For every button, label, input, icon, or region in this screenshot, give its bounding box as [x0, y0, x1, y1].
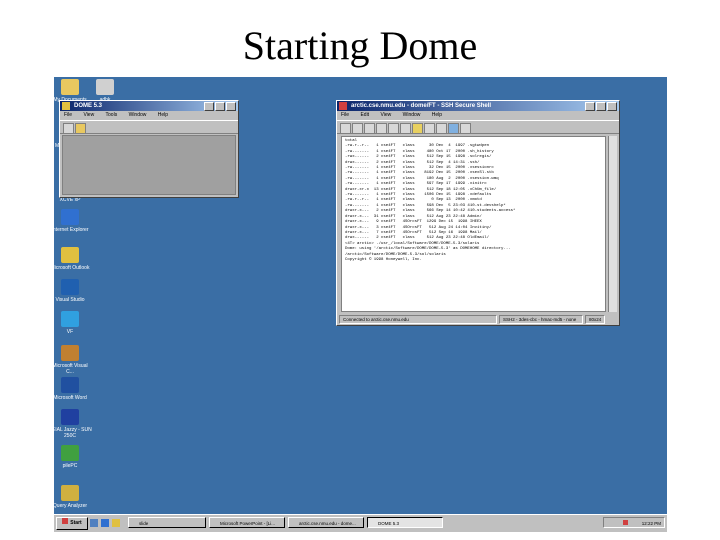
new-file-icon[interactable]: [63, 123, 74, 134]
query-icon: [61, 485, 79, 501]
ssh-window-title: arctic.cse.nmu.edu - dome/FT - SSH Secur…: [351, 103, 492, 109]
desktop-icon[interactable]: Internet Explorer: [54, 209, 92, 233]
app-icon: [62, 102, 70, 110]
word-icon: [61, 377, 79, 393]
save-icon[interactable]: [340, 123, 351, 134]
close-button[interactable]: [607, 102, 617, 111]
profile-icon[interactable]: [424, 123, 435, 134]
cut-icon[interactable]: [376, 123, 387, 134]
maximize-button[interactable]: [215, 102, 225, 111]
mail-quicklaunch-icon[interactable]: [112, 519, 120, 527]
settings-icon[interactable]: [436, 123, 447, 134]
clock: 12:22 PM: [641, 521, 661, 526]
menu-window[interactable]: Window: [129, 112, 147, 118]
terminal-scrollbar[interactable]: [608, 136, 617, 312]
dome-window-title: DOME 5.3: [74, 103, 103, 109]
help-icon[interactable]: [460, 123, 471, 134]
minimize-button[interactable]: [204, 102, 214, 111]
menu-tools[interactable]: Tools: [106, 112, 118, 118]
menu-help[interactable]: Help: [432, 112, 442, 118]
menu-view[interactable]: View: [380, 112, 391, 118]
menu-edit[interactable]: Edit: [360, 112, 369, 118]
minimize-button[interactable]: [585, 102, 595, 111]
desktop-icon-label: pilePC: [62, 463, 78, 469]
taskbar-button-label: Microsoft PowerPoint - [Li...: [220, 521, 276, 526]
browser-icon: [61, 209, 79, 225]
dome-titlebar[interactable]: DOME 5.3: [60, 101, 238, 111]
desktop-icon-label: Visual Studio: [55, 297, 85, 303]
desktop-icon[interactable]: VF: [54, 311, 92, 335]
ssh-window[interactable]: arctic.cse.nmu.edu - dome/FT - SSH Secur…: [336, 100, 620, 326]
desktop-icon[interactable]: pilePC: [54, 445, 92, 469]
dome-window[interactable]: DOME 5.3 File View Tools Window Help: [59, 100, 239, 198]
desktop-icon-label: Microsoft Outlook: [54, 265, 90, 271]
transfer-icon[interactable]: [448, 123, 459, 134]
maximize-button[interactable]: [596, 102, 606, 111]
desktop-icon-label: Internet Explorer: [54, 227, 89, 233]
pc-icon: [61, 445, 79, 461]
copy-icon[interactable]: [388, 123, 399, 134]
desktop-icon-label: Query Analyzer: [54, 503, 88, 509]
open-folder-icon[interactable]: [75, 123, 86, 134]
menu-window[interactable]: Window: [403, 112, 421, 118]
dome-toolbar: [60, 120, 238, 134]
ssh-toolbar: [337, 120, 619, 134]
status-connection: Connected to arctic.cse.nmu.edu: [339, 315, 497, 324]
ssh-app-icon: [339, 102, 347, 110]
start-button[interactable]: Start: [56, 517, 88, 530]
dev-icon: [61, 279, 79, 295]
terminal-line: Copyright © 1998 Honeywell, Inc.: [345, 257, 422, 262]
desktop-icon[interactable]: Query Analyzer: [54, 485, 92, 509]
ssh-titlebar[interactable]: arctic.cse.nmu.edu - dome/FT - SSH Secur…: [337, 101, 619, 111]
desktop-icon[interactable]: Microsoft Word: [54, 377, 92, 401]
desktop-icon-label: NEIAL Jazzy - SUN 250C: [54, 427, 92, 439]
ssh-menubar: File Edit View Window Help: [337, 111, 619, 120]
taskbar: Start slide Microsoft PowerPoint - [Li..…: [54, 514, 667, 532]
dome-workspace: [62, 135, 236, 195]
desktop-icon[interactable]: Visual Studio: [54, 279, 92, 303]
windows-logo-icon: [62, 518, 69, 524]
browser-quicklaunch-icon[interactable]: [101, 519, 109, 527]
start-button-label: Start: [70, 520, 82, 526]
taskbar-button-label: slide: [139, 521, 149, 526]
close-button[interactable]: [226, 102, 236, 111]
menu-view[interactable]: View: [83, 112, 94, 118]
taskbar-button-ssh[interactable]: arctic.cse.nmu.edu - dome...: [288, 517, 364, 528]
ssh-statusbar: Connected to arctic.cse.nmu.edu SSH2 - 3d…: [339, 315, 617, 324]
menu-file[interactable]: File: [341, 112, 349, 118]
desktop-icon-label: Microsoft Word: [54, 395, 87, 401]
server-icon: [61, 409, 79, 425]
volume-icon[interactable]: [622, 520, 628, 525]
taskbar-button-powerpoint[interactable]: Microsoft PowerPoint - [Li...: [209, 517, 285, 528]
key-icon[interactable]: [412, 123, 423, 134]
find-icon[interactable]: [364, 123, 375, 134]
taskbar-button-slide[interactable]: slide: [128, 517, 206, 528]
slide-title: Starting Dome: [242, 23, 478, 68]
status-size: 80x24: [585, 315, 606, 324]
status-cipher: SSH2 - 3des-cbc - hmac-md5 - none: [499, 315, 583, 324]
desktop-icon-label: Microsoft Visual C...: [54, 363, 88, 375]
taskbar-button-dome[interactable]: DOME 5.3: [367, 517, 443, 528]
compiler-icon: [61, 345, 79, 361]
menu-help[interactable]: Help: [158, 112, 168, 118]
document-icon: [96, 79, 114, 95]
paste-icon[interactable]: [400, 123, 411, 134]
system-tray: 12:22 PM: [603, 517, 665, 528]
desktop: My DocumentsadbkMy ComputerNetworkXCVE x…: [54, 77, 667, 532]
shortcut-icon: [61, 311, 79, 327]
desktop-icon[interactable]: Microsoft Outlook: [54, 247, 92, 271]
taskbar-button-label: DOME 5.3: [378, 521, 400, 526]
folder-icon: [61, 79, 79, 95]
menu-file[interactable]: File: [64, 112, 72, 118]
desktop-icon[interactable]: Microsoft Visual C...: [54, 345, 92, 375]
taskbar-button-label: arctic.cse.nmu.edu - dome...: [299, 521, 356, 526]
print-icon[interactable]: [352, 123, 363, 134]
show-desktop-icon[interactable]: [90, 519, 98, 527]
mail-icon: [61, 247, 79, 263]
desktop-icon-label: VF: [66, 329, 74, 335]
desktop-icon[interactable]: NEIAL Jazzy - SUN 250C: [54, 409, 92, 439]
terminal-output[interactable]: total -rw-r--r-- 1 cse4FT class 30 Dec 4 …: [341, 136, 606, 312]
